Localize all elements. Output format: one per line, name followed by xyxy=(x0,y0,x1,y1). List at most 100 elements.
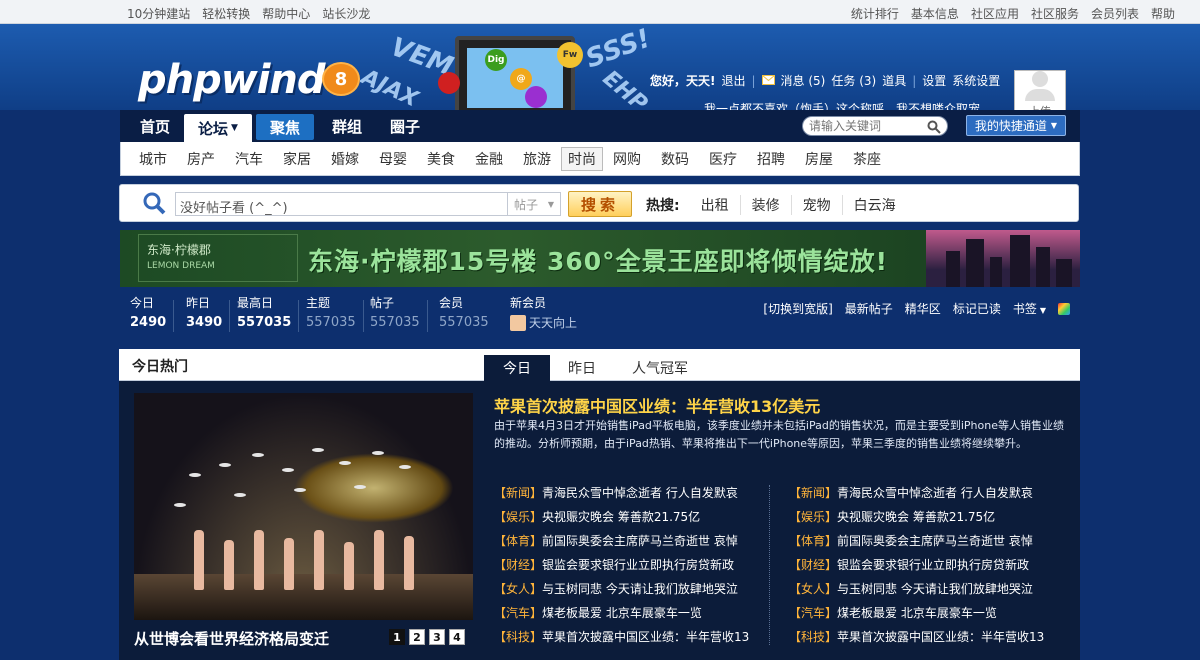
ad-brand-block: 东海·柠檬郡 LEMON DREAM xyxy=(138,234,298,282)
wide-mode-link[interactable]: [切换到宽版] xyxy=(763,300,832,317)
nav-item-circles[interactable]: 圈子 xyxy=(376,110,434,142)
list-item[interactable]: 【新闻】青海民众雪中悼念逝者 行人自发默哀 xyxy=(494,481,749,505)
stat-label: 最高日 xyxy=(237,296,274,310)
search-input[interactable]: 没好帖子看 (^_^) xyxy=(175,192,508,216)
category-item[interactable]: 医疗 xyxy=(699,149,747,169)
search-button[interactable]: 搜索 xyxy=(568,191,632,217)
pager-button[interactable]: 3 xyxy=(429,629,445,645)
messages-link[interactable]: 消息 (5) xyxy=(781,72,826,89)
category-item[interactable]: 茶座 xyxy=(843,149,891,169)
hot-search-link[interactable]: 白云海 xyxy=(843,195,907,215)
topbar-link-services[interactable]: 社区服务 xyxy=(1031,5,1079,22)
category-item-current[interactable]: 时尚 xyxy=(561,147,603,171)
list-item[interactable]: 【女人】与玉树同悲 今天请让我们放肆地哭泣 xyxy=(494,577,749,601)
ball-icon: @ xyxy=(510,68,532,90)
category-item[interactable]: 金融 xyxy=(465,149,513,169)
category-item[interactable]: 房屋 xyxy=(795,149,843,169)
pager-button[interactable]: 2 xyxy=(409,629,425,645)
latest-posts-link[interactable]: 最新帖子 xyxy=(845,300,893,317)
category-nav: 城市 房产 汽车 家居 婚嫁 母婴 美食 金融 旅游 时尚 网购 数码 医疗 招… xyxy=(120,142,1080,176)
tab-today[interactable]: 今日 xyxy=(484,355,550,381)
panel-tabs: 今日 昨日 人气冠军 xyxy=(484,355,706,381)
list-item[interactable]: 【科技】苹果首次披露中国区业绩：半年营收13 xyxy=(789,625,1044,649)
new-member-link[interactable]: 天天向上 xyxy=(529,314,577,331)
category-item[interactable]: 汽车 xyxy=(225,149,273,169)
featured-photo[interactable] xyxy=(134,393,473,620)
hot-search-link[interactable]: 装修 xyxy=(741,195,792,215)
nav-search-input[interactable] xyxy=(803,117,923,135)
mail-icon xyxy=(761,74,775,88)
list-item[interactable]: 【汽车】煤老板最爱 北京车展豪车一览 xyxy=(494,601,749,625)
pager-button[interactable]: 4 xyxy=(449,629,465,645)
search-type-select[interactable]: 帖子 ▼ xyxy=(508,192,561,216)
topbar-link-help[interactable]: 帮助 xyxy=(1151,5,1175,22)
mark-read-link[interactable]: 标记已读 xyxy=(953,300,1001,317)
tasks-link[interactable]: 任务 (3) xyxy=(831,72,876,89)
list-divider xyxy=(769,485,770,645)
bookmarks-dropdown[interactable]: 书签 ▼ xyxy=(1013,300,1046,317)
photo-caption[interactable]: 从世博会看世界经济格局变迁 xyxy=(134,628,329,649)
list-item[interactable]: 【财经】银监会要求银行业立即执行房贷新政 xyxy=(494,553,749,577)
nav-item-groups[interactable]: 群组 xyxy=(318,110,376,142)
list-item[interactable]: 【新闻】青海民众雪中悼念逝者 行人自发默哀 xyxy=(789,481,1044,505)
hot-searches: 热搜: 出租 装修 宠物 白云海 xyxy=(646,195,907,215)
stat-value: 3490 xyxy=(186,315,223,330)
category-item[interactable]: 数码 xyxy=(651,149,699,169)
category-item[interactable]: 房产 xyxy=(177,149,225,169)
featured-link[interactable]: 精华区 xyxy=(905,300,941,317)
topbar-link-members[interactable]: 会员列表 xyxy=(1091,5,1139,22)
color-theme-icon[interactable] xyxy=(1058,302,1070,315)
headline-link[interactable]: 苹果首次披露中国区业绩：半年营收13亿美元 xyxy=(494,393,820,417)
list-item[interactable]: 【体育】前国际奥委会主席萨马兰奇逝世 哀悼 xyxy=(789,529,1044,553)
list-item[interactable]: 【女人】与玉树同悲 今天请让我们放肆地哭泣 xyxy=(789,577,1044,601)
list-item[interactable]: 【体育】前国际奥委会主席萨马兰奇逝世 哀悼 xyxy=(494,529,749,553)
stat-max: 最高日 557035 xyxy=(237,294,300,332)
list-item[interactable]: 【娱乐】央视赈灾晚会 筹善款21.75亿 xyxy=(494,505,749,529)
list-item[interactable]: 【汽车】煤老板最爱 北京车展豪车一览 xyxy=(789,601,1044,625)
topbar-link-apps[interactable]: 社区应用 xyxy=(971,5,1019,22)
category-item[interactable]: 婚嫁 xyxy=(321,149,369,169)
list-item[interactable]: 【财经】银监会要求银行业立即执行房贷新政 xyxy=(789,553,1044,577)
logout-link[interactable]: 退出 xyxy=(721,72,745,89)
avatar-head-icon xyxy=(1032,71,1048,87)
category-item[interactable]: 家居 xyxy=(273,149,321,169)
hot-label: 热搜: xyxy=(646,198,680,214)
topbar-link-ranking[interactable]: 统计排行 xyxy=(851,5,899,22)
pager-button[interactable]: 1 xyxy=(389,629,405,645)
ad-banner[interactable]: 东海·柠檬郡 LEMON DREAM 东海·柠檬郡15号楼 360°全景王座即将… xyxy=(120,230,1080,287)
greeting: 您好，天天! xyxy=(650,74,716,88)
system-settings-link[interactable]: 系统设置 xyxy=(952,72,1000,89)
stat-today: 今日 2490 xyxy=(130,294,175,332)
tab-yesterday[interactable]: 昨日 xyxy=(550,355,614,381)
props-link[interactable]: 道具 xyxy=(882,72,906,89)
topbar-link-salon[interactable]: 站长沙龙 xyxy=(322,5,370,22)
list-item[interactable]: 【科技】苹果首次披露中国区业绩：半年营收13 xyxy=(494,625,749,649)
hot-search-link[interactable]: 出租 xyxy=(690,195,741,215)
stat-yesterday: 昨日 3490 xyxy=(186,294,231,332)
category-item[interactable]: 旅游 xyxy=(513,149,561,169)
today-hot-panel: 今日热门 今日 昨日 人气冠军 从世博会看世界经济格局变迁 1 2 3 4 苹果… xyxy=(119,349,1080,660)
member-avatar[interactable] xyxy=(510,314,526,331)
category-item[interactable]: 美食 xyxy=(417,149,465,169)
settings-link[interactable]: 设置 xyxy=(922,72,946,89)
category-item[interactable]: 网购 xyxy=(603,149,651,169)
category-item[interactable]: 招聘 xyxy=(747,149,795,169)
stat-value: 557035 xyxy=(370,315,420,330)
topbar-link-convert[interactable]: 轻松转换 xyxy=(202,5,250,22)
topbar-link-quick-build[interactable]: 10分钟建站 xyxy=(127,5,190,22)
nav-item-forum[interactable]: 论坛 ▼ xyxy=(184,114,252,142)
list-item[interactable]: 【娱乐】央视赈灾晚会 筹善款21.75亿 xyxy=(789,505,1044,529)
quick-access-button[interactable]: 我的快捷通道 ▼ xyxy=(966,115,1066,136)
nav-item-home[interactable]: 首页 xyxy=(126,110,184,142)
tab-popular[interactable]: 人气冠军 xyxy=(614,355,706,381)
site-logo[interactable]: phpwind xyxy=(138,57,326,103)
search-icon[interactable] xyxy=(927,120,941,137)
topbar-link-basic-info[interactable]: 基本信息 xyxy=(911,5,959,22)
topbar-link-help-center[interactable]: 帮助中心 xyxy=(262,5,310,22)
category-item[interactable]: 城市 xyxy=(129,149,177,169)
category-item[interactable]: 母婴 xyxy=(369,149,417,169)
nav-item-focus[interactable]: 聚焦 xyxy=(255,114,314,140)
site-search: 没好帖子看 (^_^) 帖子 ▼ 搜索 热搜: 出租 装修 宠物 白云海 xyxy=(119,184,1079,222)
nav-search xyxy=(802,116,948,136)
hot-search-link[interactable]: 宠物 xyxy=(792,195,843,215)
